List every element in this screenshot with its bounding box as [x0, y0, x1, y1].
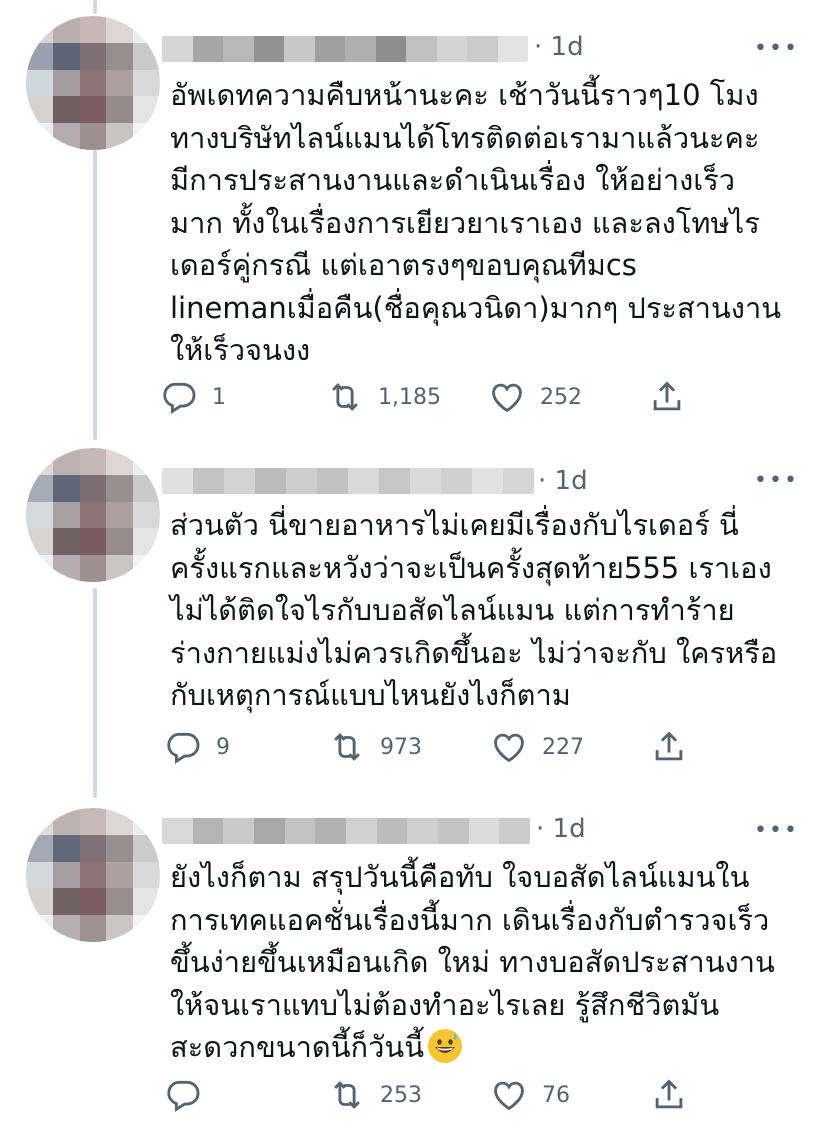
tweet-actions: 1 1,185 252 — [160, 378, 700, 418]
retweet-button[interactable]: 1,185 — [326, 378, 441, 416]
heart-icon — [494, 733, 524, 763]
retweet-icon — [332, 383, 358, 411]
more-options-icon[interactable]: ••• — [754, 818, 799, 843]
reply-button[interactable]: 1 — [160, 378, 226, 416]
tweet-actions: 253 76 — [160, 1076, 700, 1116]
tweet-text: อัพเดทความคืบหน้านะคะ เช้าวันนี้ราวๆ10 โ… — [170, 78, 782, 367]
username-blurred[interactable] — [162, 818, 530, 844]
timestamp[interactable]: · 1d — [538, 466, 588, 496]
like-count: 252 — [540, 384, 582, 410]
reply-count: 9 — [216, 734, 230, 760]
tweet-actions: 9 973 227 — [160, 728, 700, 768]
retweet-button[interactable]: 973 — [328, 728, 422, 766]
like-count: 76 — [542, 1082, 570, 1108]
retweet-button[interactable]: 253 — [328, 1076, 422, 1114]
reply-button[interactable] — [164, 1076, 216, 1114]
share-button[interactable] — [650, 728, 702, 766]
tweet[interactable]: · 1d ••• ส่วนตัว นี่ขายอาหารไม่เคยมีเรื่… — [0, 440, 828, 798]
tweet[interactable]: · 1d ••• ยังไงก็ตาม สรุปวันนี้คือทับ ใจบ… — [0, 798, 828, 1124]
reply-icon — [167, 1080, 200, 1112]
like-count: 227 — [542, 734, 584, 760]
reply-button[interactable]: 9 — [164, 728, 230, 766]
share-icon — [655, 1079, 683, 1109]
reply-count: 1 — [212, 384, 226, 410]
share-button[interactable] — [650, 1076, 702, 1114]
tweet[interactable]: · 1d ••• อัพเดทความคืบหน้านะคะ เช้าวันนี… — [0, 0, 828, 440]
more-options-icon[interactable]: ••• — [754, 36, 799, 61]
reply-icon — [163, 382, 196, 414]
share-icon — [655, 731, 683, 761]
timestamp[interactable]: · 1d — [536, 814, 586, 844]
retweet-count: 1,185 — [378, 384, 441, 410]
share-icon — [653, 381, 681, 411]
retweet-icon — [334, 733, 360, 761]
share-button[interactable] — [648, 378, 700, 416]
username-blurred[interactable] — [162, 468, 534, 494]
tweet-text: ส่วนตัว นี่ขายอาหารไม่เคยมีเรื่องกับไรเด… — [170, 508, 778, 712]
heart-icon — [494, 1081, 524, 1111]
like-button[interactable]: 227 — [490, 728, 584, 766]
retweet-icon — [334, 1081, 360, 1109]
username-blurred[interactable] — [162, 36, 528, 62]
like-button[interactable]: 76 — [490, 1076, 570, 1114]
heart-icon — [492, 383, 522, 413]
timestamp[interactable]: · 1d — [534, 32, 584, 62]
reply-icon — [167, 732, 200, 764]
avatar[interactable] — [26, 808, 160, 942]
tweet-text: ยังไงก็ตาม สรุปวันนี้คือทับ ใจบอสัดไลน์แ… — [170, 856, 810, 1069]
retweet-count: 253 — [380, 1082, 422, 1108]
avatar[interactable] — [26, 448, 160, 582]
avatar[interactable] — [26, 16, 160, 150]
like-button[interactable]: 252 — [488, 378, 582, 416]
grinning-sweat-emoji — [428, 1029, 463, 1063]
more-options-icon[interactable]: ••• — [754, 468, 799, 493]
retweet-count: 973 — [380, 734, 422, 760]
tweet-text-content: ยังไงก็ตาม สรุปวันนี้คือทับ ใจบอสัดไลน์แ… — [170, 860, 775, 1064]
